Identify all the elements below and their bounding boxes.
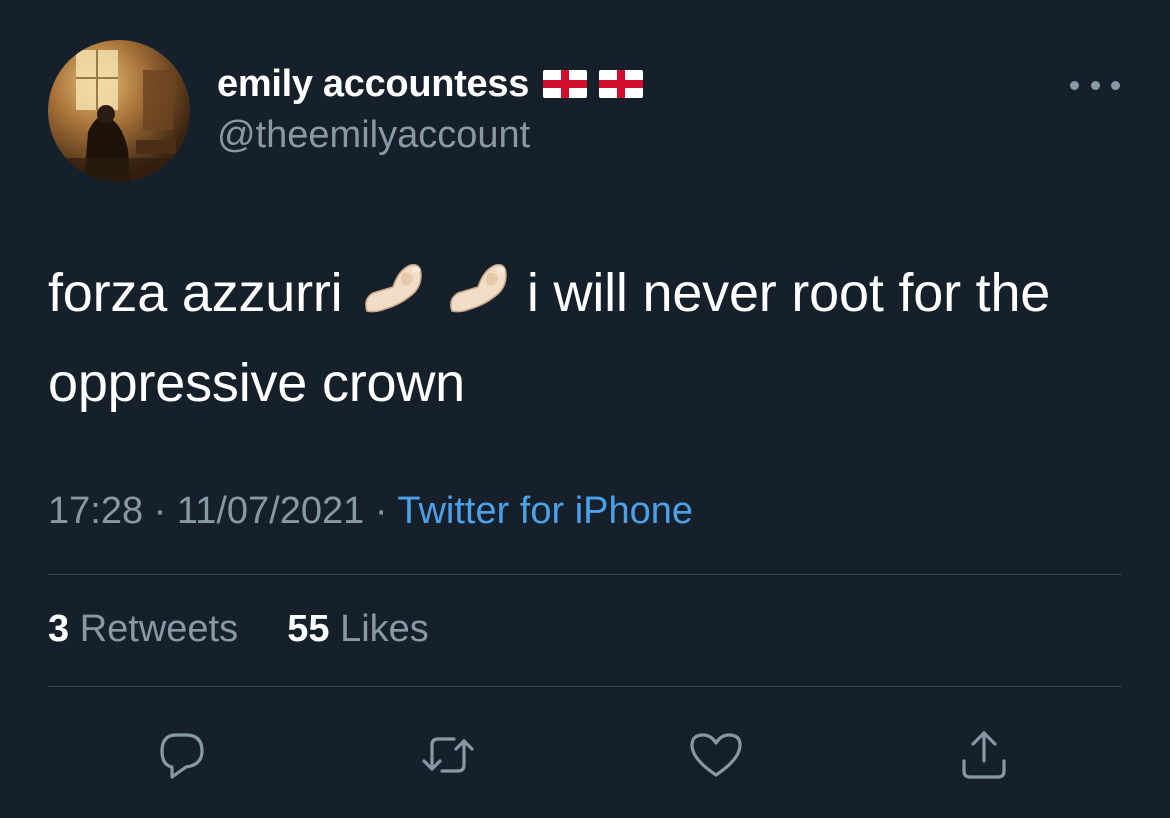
retweets-label: Retweets bbox=[79, 608, 239, 650]
divider bbox=[48, 686, 1122, 687]
user-handle[interactable]: @theemilyaccount bbox=[217, 114, 530, 157]
display-name-row[interactable]: emily accountess bbox=[217, 62, 644, 106]
likes-label: Likes bbox=[340, 608, 429, 650]
england-flag-icon bbox=[599, 70, 644, 98]
share-icon[interactable] bbox=[949, 720, 1019, 790]
england-flag-icon bbox=[543, 70, 588, 98]
tweet-time[interactable]: 17:28 bbox=[48, 490, 143, 532]
more-options-icon[interactable] bbox=[1070, 70, 1120, 100]
tweet-source-link[interactable]: Twitter for iPhone bbox=[397, 490, 693, 532]
tweet-text: forza azzurri i will never root for the … bbox=[48, 248, 1128, 428]
retweets-count: 3 bbox=[48, 608, 70, 650]
divider bbox=[48, 574, 1122, 575]
avatar[interactable] bbox=[48, 40, 190, 182]
retweets-stat[interactable]: 3 Retweets bbox=[48, 608, 249, 650]
display-name[interactable]: emily accountess bbox=[217, 63, 529, 106]
tweet-date[interactable]: 11/07/2021 bbox=[177, 490, 364, 532]
tweet-meta: 17:28 · 11/07/2021 · Twitter for iPhone bbox=[48, 490, 693, 533]
like-icon[interactable] bbox=[681, 720, 751, 790]
meta-separator: · bbox=[374, 490, 388, 532]
meta-separator: · bbox=[153, 490, 167, 532]
retweet-icon[interactable] bbox=[413, 720, 483, 790]
likes-stat[interactable]: 55 Likes bbox=[287, 608, 429, 650]
pinched-fingers-emoji-icon bbox=[444, 259, 510, 319]
pinched-fingers-emoji-icon bbox=[359, 259, 425, 319]
tweet-actions bbox=[0, 720, 1170, 790]
reply-icon[interactable] bbox=[147, 720, 217, 790]
tweet-card: emily accountess @theemilyaccount forza … bbox=[0, 0, 1170, 818]
tweet-stats: 3 Retweets 55 Likes bbox=[48, 608, 429, 651]
likes-count: 55 bbox=[287, 608, 330, 650]
tweet-text-part1: forza azzurri bbox=[48, 263, 343, 323]
